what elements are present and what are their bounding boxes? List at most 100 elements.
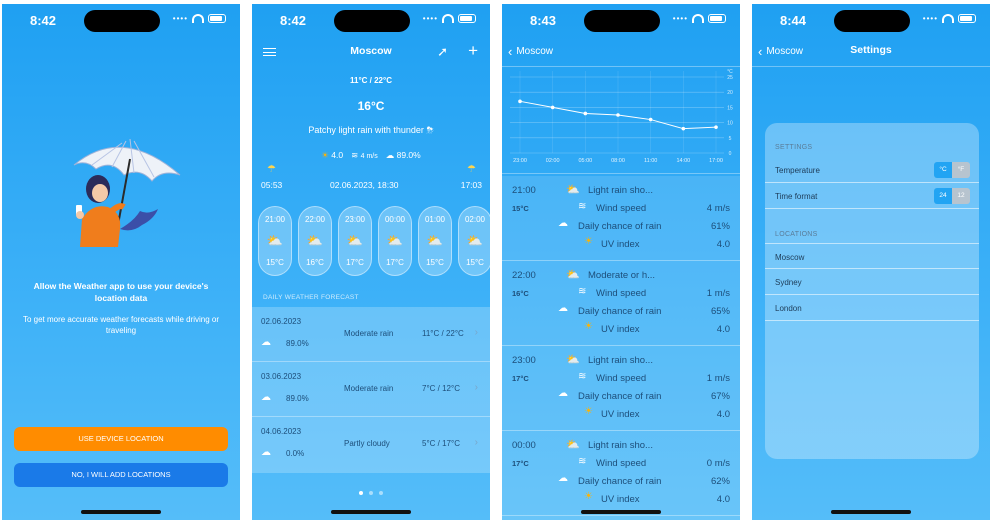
daily-condition: Moderate rain: [344, 329, 394, 338]
row-time: 00:00: [512, 440, 536, 451]
hourly-detail-row[interactable]: 22:00 16°C ⛅ Moderate or h... ≋ Wind spe…: [502, 261, 740, 346]
rain-value: 61%: [710, 221, 730, 232]
daily-temps: 5°C / 17°C: [422, 439, 460, 448]
location-item[interactable]: Moscow: [765, 243, 979, 269]
temperature-point: [583, 111, 588, 116]
current-metrics: ☀ 4.0 ≋ 4 m/s ☁ 89.0%: [252, 150, 490, 161]
rain-value: 65%: [710, 306, 730, 317]
status-icons: ••••: [673, 14, 726, 23]
page-dot[interactable]: [379, 491, 383, 495]
city-title: Moscow: [350, 45, 392, 57]
daily-temps: 11°C / 22°C: [422, 329, 464, 338]
hourly-forecast-strip[interactable]: 21:00 ⛅ 15°C 22:00 ⛅ 16°C 23:00 ⛅ 17°C 00:00 ⛅ 1…: [258, 206, 490, 276]
plus-icon[interactable]: +: [468, 41, 478, 61]
hourly-temp: 16°C: [306, 258, 324, 267]
hourly-card[interactable]: 22:00 ⛅ 16°C: [298, 206, 332, 276]
settings-section-header: SETTINGS: [775, 144, 813, 151]
row-time: 21:00: [512, 185, 536, 196]
rain-cloud-icon: ⛅: [566, 439, 580, 451]
fahrenheit-option[interactable]: °F: [952, 162, 970, 178]
hourly-detail-row[interactable]: 21:00 15°C ⛅ Light rain sho... ≋ Wind sp…: [502, 176, 740, 261]
location-name: London: [775, 304, 802, 313]
hourly-card[interactable]: 21:00 ⛅ 15°C: [258, 206, 292, 276]
24h-option[interactable]: 24: [934, 188, 952, 204]
hourly-detail-screen: 8:43 •••• ‹ Moscow 25 20 15 10 5 0 °C 23:00 02:00…: [502, 4, 740, 520]
x-tick-label: 11:00: [644, 158, 657, 164]
x-tick-label: 02:00: [546, 158, 560, 164]
rain-cloud-icon: ⛅: [426, 233, 444, 248]
wind-icon: ≋: [578, 371, 587, 382]
back-button[interactable]: ‹ Moscow: [508, 44, 553, 59]
x-tick-label: 14:00: [676, 158, 690, 164]
woman-with-umbrella-illustration: [73, 138, 181, 248]
weather-home-screen: 8:42 •••• Moscow ➚ + 11°C / 22°C 16°C Pa…: [252, 4, 490, 520]
home-indicator: [81, 510, 161, 514]
hourly-temp: 15°C: [426, 258, 444, 267]
condition-label: Patchy light rain with thunder: [308, 125, 424, 135]
settings-card: SETTINGS Temperature °C °F Time format 2…: [765, 123, 979, 459]
location-arrow-icon[interactable]: ➚: [437, 44, 448, 60]
daily-pop: 0.0%: [286, 449, 305, 458]
wifi-icon: [692, 14, 704, 23]
condition-text: Patchy light rain with thunder ⛈: [252, 125, 490, 136]
sunrise-icon: ☂: [267, 164, 276, 175]
y-tick-label: 5: [729, 136, 732, 142]
hourly-time: 00:00: [384, 215, 406, 224]
time-format-toggle[interactable]: 24 12: [934, 188, 970, 204]
hourly-detail-row[interactable]: 00:00 17°C ⛅ Light rain sho... ≋ Wind sp…: [502, 431, 740, 516]
page-dot[interactable]: [369, 491, 373, 495]
row-temp: 16°C: [512, 289, 529, 298]
row-condition: Moderate or h...: [588, 270, 656, 281]
12h-option[interactable]: 12: [952, 188, 970, 204]
battery-icon: [208, 14, 226, 23]
row-temp: 17°C: [512, 459, 529, 468]
hourly-card[interactable]: 01:00 ⛅ 15°C: [418, 206, 452, 276]
row-condition: Light rain sho...: [588, 185, 653, 196]
wind-value: 4 m/s: [360, 153, 378, 160]
hourly-time: 23:00: [344, 215, 366, 224]
page-dot[interactable]: [359, 491, 363, 495]
page-indicator[interactable]: [252, 491, 490, 495]
daily-row[interactable]: 03.06.2023 ☁ 89.0% Moderate rain 7°C / 1…: [252, 362, 490, 417]
top-nav: Moscow ➚ +: [252, 41, 490, 62]
hourly-detail-row[interactable]: 23:00 17°C ⛅ Light rain sho... ≋ Wind sp…: [502, 346, 740, 431]
status-icons: ••••: [923, 14, 976, 23]
location-item[interactable]: Sydney: [765, 269, 979, 295]
hourly-card[interactable]: 23:00 ⛅ 17°C: [338, 206, 372, 276]
temperature-point: [616, 113, 620, 117]
temperature-chart: 25 20 15 10 5 0 °C 23:00 02:00 05:00 08:00 11:00 14:…: [502, 66, 740, 174]
wind-icon: ≋: [578, 456, 587, 467]
time-format-label: Time format: [775, 192, 818, 201]
uv-label: UV index: [601, 324, 640, 335]
rain-cloud-icon: ☁: [261, 337, 271, 348]
temperature-point: [648, 117, 653, 122]
min-max-temp: 11°C / 22°C: [350, 76, 392, 85]
screenshot-stage: 8:42 •••• Allow the Weather app to use y…: [0, 0, 993, 522]
uv-sun-icon: ☀: [584, 491, 593, 502]
hourly-card[interactable]: 00:00 ⛅ 17°C: [378, 206, 412, 276]
hourly-detail-list: 21:00 15°C ⛅ Light rain sho... ≋ Wind sp…: [502, 176, 740, 520]
wind-label: Wind speed: [596, 288, 647, 299]
daily-row[interactable]: 02.06.2023 ☁ 89.0% Moderate rain 11°C / …: [252, 307, 490, 362]
uv-value: 4.0: [716, 494, 730, 505]
rain-value: 89.0%: [396, 150, 421, 160]
daily-condition: Moderate rain: [344, 384, 394, 393]
uv-sun-icon: ☀: [584, 406, 593, 417]
hourly-time: 21:00: [264, 215, 286, 224]
hourly-card[interactable]: 02:00 ⛅ 15°C: [458, 206, 490, 276]
location-item[interactable]: London: [765, 295, 979, 321]
cloud-icon: ☁: [558, 218, 568, 229]
rain-cloud-icon: ⛅: [346, 233, 364, 248]
hourly-time: 22:00: [304, 215, 326, 224]
add-locations-manually-button[interactable]: NO, I WILL ADD LOCATIONS: [14, 463, 228, 487]
wifi-icon: [192, 14, 204, 23]
use-device-location-button[interactable]: USE DEVICE LOCATION: [14, 427, 228, 451]
temperature-unit-toggle[interactable]: °C °F: [934, 162, 970, 178]
page-title: Settings: [850, 44, 892, 56]
wind-value: 0 m/s: [706, 458, 730, 469]
celsius-option[interactable]: °C: [934, 162, 952, 178]
daily-row[interactable]: 04.06.2023 ☁ 0.0% Partly cloudy 5°C / 17…: [252, 417, 490, 472]
home-indicator: [331, 510, 411, 514]
cloud-icon: ☁: [558, 473, 568, 484]
dynamic-island: [834, 10, 910, 32]
